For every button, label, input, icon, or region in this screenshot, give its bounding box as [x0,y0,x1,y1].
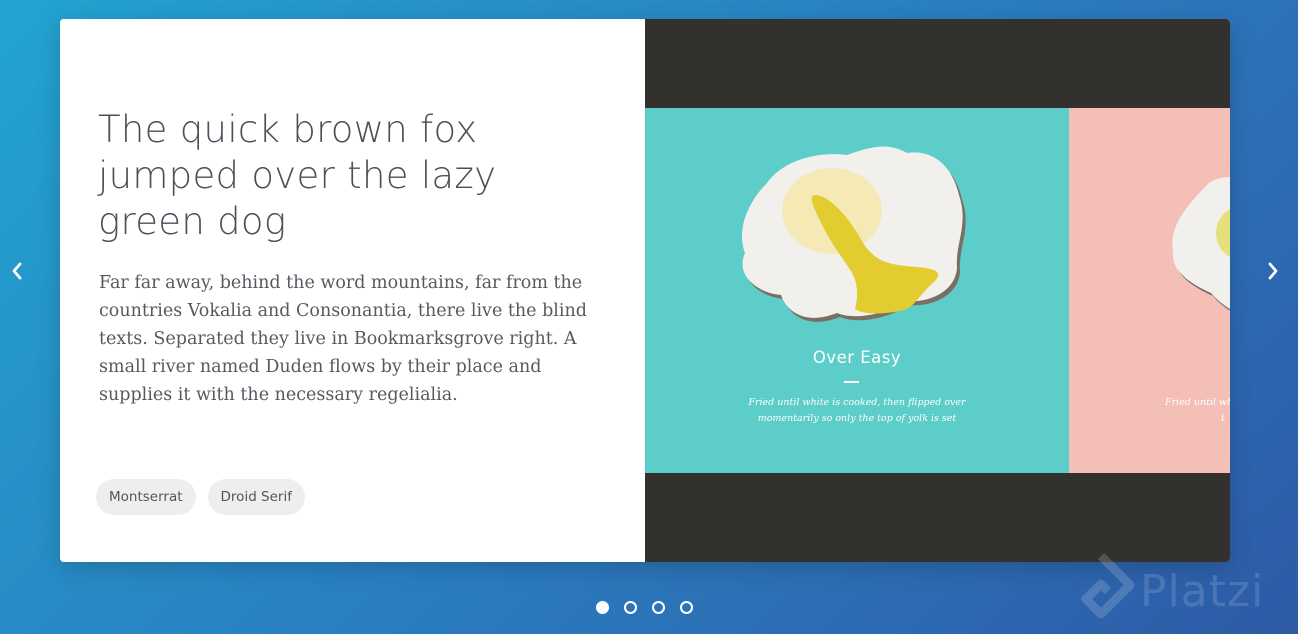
card-description-line-1: Fried until white is cooked, then flippe… [748,397,966,408]
slider-card: The quick brown fox jumped over the lazy… [60,19,1230,562]
prev-slide-button[interactable] [2,256,32,286]
tag-droid-serif[interactable]: Droid Serif [207,479,305,515]
slide-image-panel: Over Easy Fried until white is cooked, t… [645,19,1230,562]
next-card-line-2: t [1221,413,1225,424]
pagination-dot-1[interactable] [596,601,609,614]
slide-text-panel: The quick brown fox jumped over the lazy… [60,19,645,562]
next-card-description: Fried until wh t [1165,395,1230,427]
card-title: Over Easy [812,348,902,367]
slide-body-text: Far far away, behind the word mountains,… [99,273,587,405]
fried-egg-illustration [741,146,966,322]
slide-headline: The quick brown fox jumped over the lazy… [98,108,497,243]
pagination-dot-4[interactable] [680,601,693,614]
tag-montserrat[interactable]: Montserrat [96,479,196,515]
font-tags: Montserrat Droid Serif [96,479,305,515]
next-card-line-1: Fried until wh [1165,397,1230,408]
over-easy-card: Over Easy Fried until white is cooked, t… [645,108,1069,473]
platzi-logo-icon [1081,552,1135,619]
pagination-dot-2[interactable] [624,601,637,614]
title-divider [844,381,859,383]
slider-pagination [596,601,693,614]
fried-egg-illustration-2 [1172,177,1230,311]
platzi-watermark: Platzi [1140,566,1265,617]
pagination-dot-3[interactable] [652,601,665,614]
next-slide-button[interactable] [1258,256,1288,286]
chevron-left-icon [12,262,22,280]
next-card-preview: Fried until wh t [1069,108,1230,473]
card-description-line-2: momentarily so only the top of yolk is s… [757,413,957,424]
card-description: Fried until white is cooked, then flippe… [737,395,977,427]
chevron-right-icon [1268,262,1278,280]
